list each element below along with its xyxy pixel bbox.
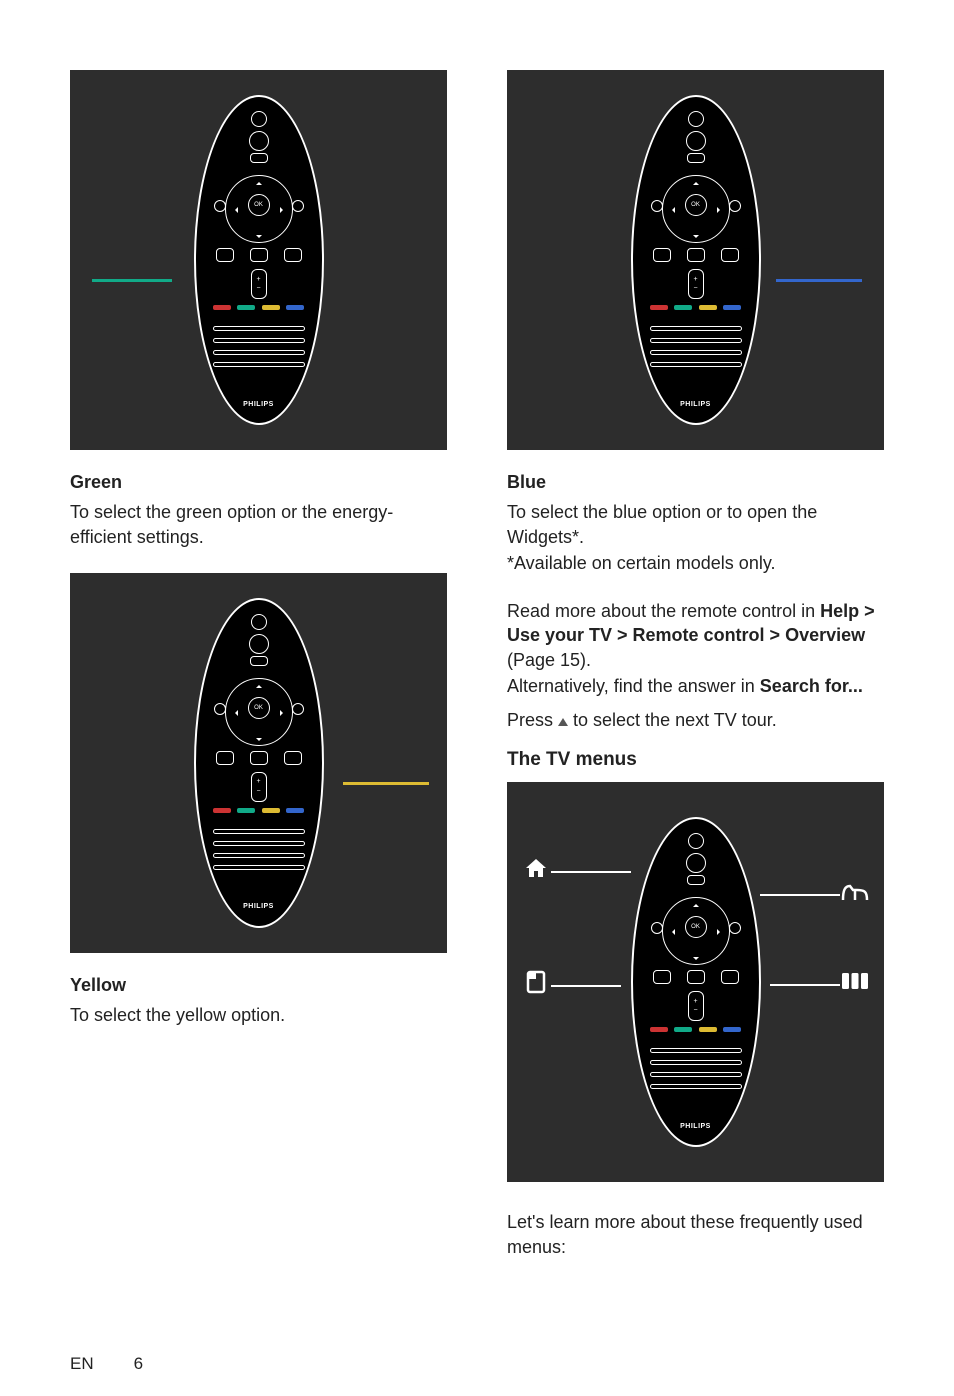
browse-icon — [250, 153, 268, 163]
brand-label: PHILIPS — [196, 400, 322, 409]
blue-description-1: To select the blue option or to open the… — [507, 500, 884, 549]
options-menu-icon — [521, 970, 551, 1002]
power-icon — [688, 833, 704, 849]
home-icon — [249, 131, 269, 151]
figure-green-remote: OK +− PHILIPS — [70, 70, 447, 450]
next-icon — [292, 200, 304, 212]
yellow-key — [262, 305, 280, 310]
ok-button: OK — [248, 194, 270, 216]
read-more-paragraph: Read more about the remote control in He… — [507, 599, 884, 672]
yellow-description: To select the yellow option. — [70, 1003, 447, 1027]
remote-illustration: OK +− PHILIPS — [194, 95, 324, 425]
volume-rocker: +− — [251, 269, 267, 299]
ok-button: OK — [248, 697, 270, 719]
volume-rocker: +− — [251, 772, 267, 802]
search-for-label: Search for... — [760, 676, 863, 696]
footer-page-number: 6 — [134, 1353, 143, 1376]
color-keys — [213, 305, 305, 310]
experience-menu-icon — [840, 970, 870, 1000]
volume-rocker: +− — [688, 269, 704, 299]
right-column: OK +− PHILIPS Blue To select the blue op… — [507, 70, 884, 1283]
yellow-callout-line — [343, 782, 429, 785]
remote-illustration: OK +− PHILIPS — [631, 817, 761, 1147]
remote-illustration: OK +− PHILIPS — [194, 598, 324, 928]
blue-description-2: *Available on certain models only. — [507, 551, 884, 575]
callout-experience — [770, 970, 870, 1000]
prev-icon — [214, 703, 226, 715]
yellow-heading: Yellow — [70, 973, 447, 997]
blue-callout-line — [776, 279, 862, 282]
tv-menus-outro: Let's learn more about these frequently … — [507, 1210, 884, 1259]
blue-heading: Blue — [507, 470, 884, 494]
press-line: Press to select the next TV tour. — [507, 708, 884, 732]
green-description: To select the green option or the energy… — [70, 500, 447, 549]
remote-illustration: OK +− PHILIPS — [631, 95, 761, 425]
read-more-intro: Read more about the remote control in — [507, 601, 820, 621]
tv-menus-title: The TV menus — [507, 747, 884, 773]
figure-tv-menus: OK +− PHILIPS — [507, 782, 884, 1182]
up-arrow-icon — [558, 718, 568, 726]
green-key — [237, 305, 255, 310]
browse-icon — [687, 875, 705, 885]
browse-icon — [687, 153, 705, 163]
home-menu-icon — [521, 857, 551, 887]
prev-icon — [214, 200, 226, 212]
footer-lang: EN — [70, 1353, 94, 1376]
browse-icon — [250, 656, 268, 666]
red-key — [213, 305, 231, 310]
prev-icon — [651, 922, 663, 934]
power-icon — [688, 111, 704, 127]
page-ref: (Page 15). — [507, 650, 591, 670]
callout-home — [521, 857, 631, 887]
page-footer: EN 6 — [0, 1323, 954, 1396]
green-callout-line — [92, 279, 172, 282]
home-icon — [686, 853, 706, 873]
figure-yellow-remote: OK +− PHILIPS — [70, 573, 447, 953]
home-icon — [686, 131, 706, 151]
volume-rocker: +− — [688, 991, 704, 1021]
blue-key — [286, 305, 304, 310]
next-icon — [729, 200, 741, 212]
left-column: OK +− PHILIPS — [70, 70, 447, 1283]
home-icon — [249, 634, 269, 654]
browse-menu-icon — [840, 880, 870, 910]
next-icon — [729, 922, 741, 934]
power-icon — [251, 614, 267, 630]
ok-button: OK — [685, 916, 707, 938]
green-heading: Green — [70, 470, 447, 494]
next-icon — [292, 703, 304, 715]
options-row — [216, 247, 302, 263]
figure-blue-remote: OK +− PHILIPS — [507, 70, 884, 450]
callout-browse — [760, 880, 870, 910]
prev-icon — [651, 200, 663, 212]
callout-options — [521, 970, 621, 1002]
alternative-line: Alternatively, find the answer in Search… — [507, 674, 884, 698]
ok-button: OK — [685, 194, 707, 216]
power-icon — [251, 111, 267, 127]
page-body: OK +− PHILIPS — [0, 0, 954, 1323]
